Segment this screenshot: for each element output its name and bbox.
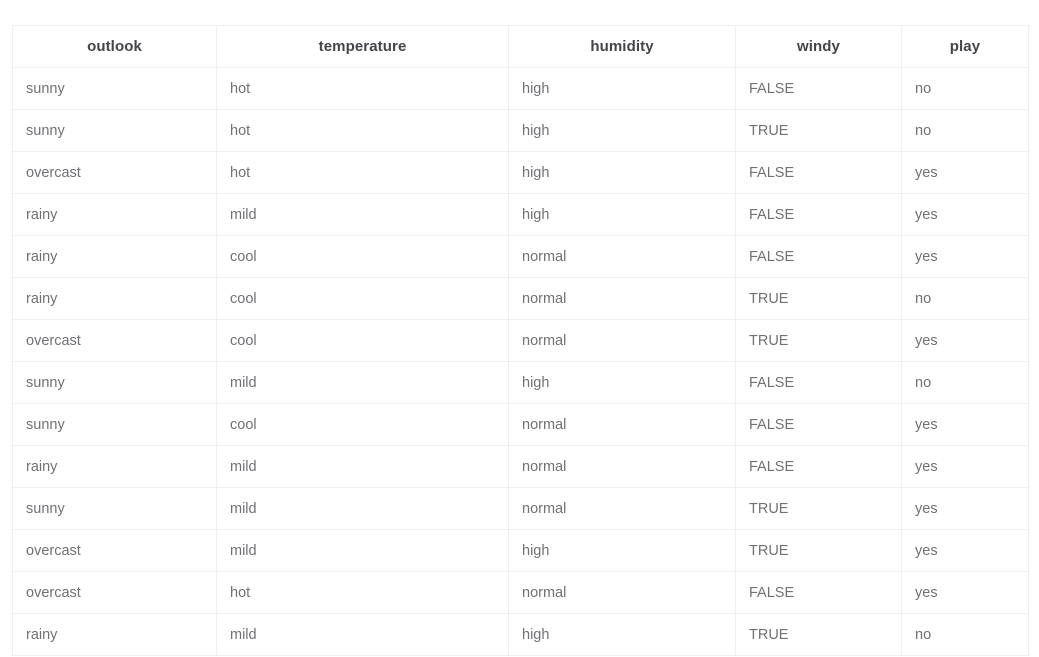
cell-windy: FALSE <box>735 445 902 488</box>
cell-outlook: sunny <box>12 109 217 152</box>
cell-temperature: hot <box>216 109 509 152</box>
table-row: overcast mild high TRUE yes <box>12 529 1029 572</box>
table-row: rainy mild normal FALSE yes <box>12 445 1029 488</box>
cell-windy: FALSE <box>735 571 902 614</box>
cell-play: yes <box>901 235 1029 278</box>
column-header-play[interactable]: play <box>901 25 1029 68</box>
cell-windy: FALSE <box>735 403 902 446</box>
cell-humidity: high <box>508 361 736 404</box>
table-row: overcast hot normal FALSE yes <box>12 571 1029 614</box>
cell-play: yes <box>901 445 1029 488</box>
cell-play: yes <box>901 151 1029 194</box>
table-body: sunny hot high FALSE no sunny hot high TRUE no ove… <box>12 67 1029 656</box>
cell-outlook: rainy <box>12 193 217 236</box>
cell-humidity: high <box>508 193 736 236</box>
cell-temperature: hot <box>216 571 509 614</box>
cell-play: yes <box>901 193 1029 236</box>
cell-outlook: sunny <box>12 403 217 446</box>
cell-outlook: overcast <box>12 571 217 614</box>
column-header-outlook[interactable]: outlook <box>12 25 217 68</box>
cell-temperature: mild <box>216 193 509 236</box>
table-row: overcast hot high FALSE yes <box>12 151 1029 194</box>
cell-play: yes <box>901 319 1029 362</box>
cell-play: yes <box>901 529 1029 572</box>
cell-outlook: sunny <box>12 67 217 110</box>
table-row: overcast cool normal TRUE yes <box>12 319 1029 362</box>
cell-humidity: normal <box>508 487 736 530</box>
cell-windy: TRUE <box>735 529 902 572</box>
table-header-row: outlook temperature humidity windy play <box>12 25 1029 68</box>
cell-windy: FALSE <box>735 361 902 404</box>
cell-windy: FALSE <box>735 193 902 236</box>
column-header-temperature[interactable]: temperature <box>216 25 509 68</box>
table-row: rainy mild high FALSE yes <box>12 193 1029 236</box>
cell-play: no <box>901 277 1029 320</box>
cell-temperature: mild <box>216 529 509 572</box>
cell-windy: TRUE <box>735 109 902 152</box>
table-row: sunny mild normal TRUE yes <box>12 487 1029 530</box>
cell-outlook: rainy <box>12 235 217 278</box>
cell-temperature: mild <box>216 613 509 656</box>
cell-outlook: rainy <box>12 613 217 656</box>
cell-windy: FALSE <box>735 67 902 110</box>
cell-temperature: mild <box>216 445 509 488</box>
cell-temperature: cool <box>216 319 509 362</box>
cell-outlook: overcast <box>12 529 217 572</box>
cell-play: no <box>901 613 1029 656</box>
cell-play: no <box>901 67 1029 110</box>
cell-temperature: cool <box>216 277 509 320</box>
cell-temperature: mild <box>216 487 509 530</box>
cell-windy: FALSE <box>735 235 902 278</box>
cell-play: yes <box>901 571 1029 614</box>
column-header-humidity[interactable]: humidity <box>508 25 736 68</box>
table-row: sunny mild high FALSE no <box>12 361 1029 404</box>
cell-humidity: high <box>508 151 736 194</box>
table-row: sunny hot high TRUE no <box>12 109 1029 152</box>
cell-humidity: normal <box>508 277 736 320</box>
cell-outlook: overcast <box>12 319 217 362</box>
cell-temperature: hot <box>216 151 509 194</box>
cell-temperature: mild <box>216 361 509 404</box>
cell-play: no <box>901 361 1029 404</box>
cell-windy: TRUE <box>735 277 902 320</box>
table-row: rainy cool normal TRUE no <box>12 277 1029 320</box>
cell-humidity: normal <box>508 319 736 362</box>
cell-humidity: high <box>508 613 736 656</box>
cell-humidity: normal <box>508 235 736 278</box>
table-row: rainy mild high TRUE no <box>12 613 1029 656</box>
cell-temperature: cool <box>216 403 509 446</box>
cell-outlook: rainy <box>12 445 217 488</box>
table-row: rainy cool normal FALSE yes <box>12 235 1029 278</box>
table-row: sunny hot high FALSE no <box>12 67 1029 110</box>
cell-temperature: cool <box>216 235 509 278</box>
cell-windy: TRUE <box>735 487 902 530</box>
cell-outlook: overcast <box>12 151 217 194</box>
cell-humidity: normal <box>508 403 736 446</box>
table-row: sunny cool normal FALSE yes <box>12 403 1029 446</box>
cell-humidity: normal <box>508 571 736 614</box>
cell-outlook: rainy <box>12 277 217 320</box>
cell-temperature: hot <box>216 67 509 110</box>
table-header: outlook temperature humidity windy play <box>12 25 1029 68</box>
cell-play: yes <box>901 403 1029 446</box>
cell-outlook: sunny <box>12 361 217 404</box>
cell-humidity: high <box>508 109 736 152</box>
cell-windy: TRUE <box>735 613 902 656</box>
cell-humidity: normal <box>508 445 736 488</box>
cell-play: yes <box>901 487 1029 530</box>
column-header-windy[interactable]: windy <box>735 25 902 68</box>
cell-humidity: high <box>508 529 736 572</box>
cell-windy: FALSE <box>735 151 902 194</box>
cell-humidity: high <box>508 67 736 110</box>
cell-play: no <box>901 109 1029 152</box>
cell-windy: TRUE <box>735 319 902 362</box>
cell-outlook: sunny <box>12 487 217 530</box>
table-container: outlook temperature humidity windy play … <box>12 25 1029 656</box>
weather-dataset-table: outlook temperature humidity windy play … <box>12 25 1029 656</box>
